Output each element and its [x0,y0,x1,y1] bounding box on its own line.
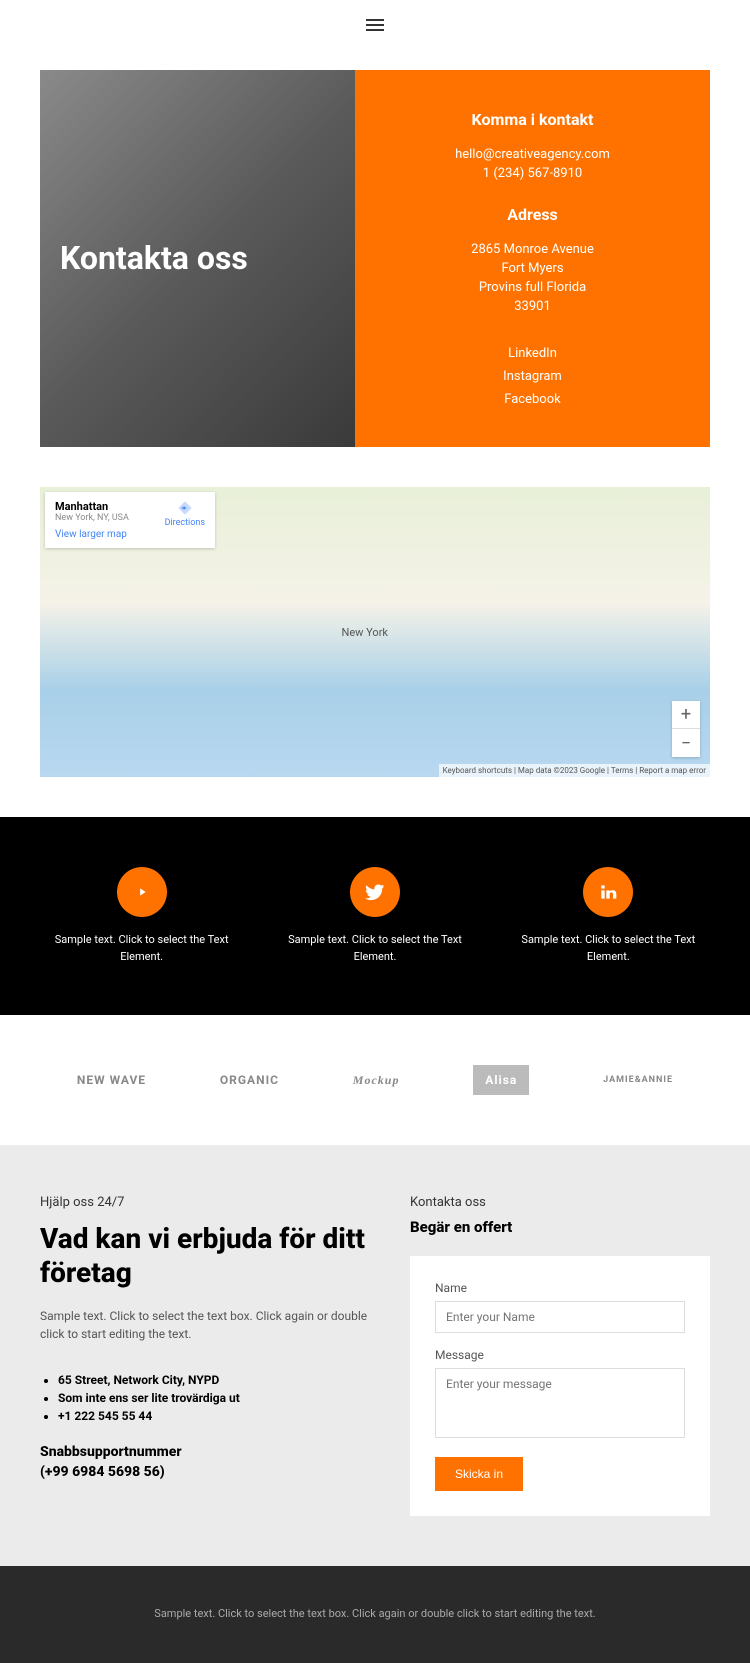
logo-mockup: Mockup [353,1073,400,1088]
map-info-card: Manhattan New York, NY, USA View larger … [45,492,215,548]
bullet-item: +1 222 545 55 44 [58,1409,370,1423]
hero-title: Kontakta oss [60,239,248,277]
contact-info: Hjälp oss 24/7 Vad kan vi erbjuda för di… [40,1195,370,1516]
addr-line: Fort Myers [385,261,680,276]
form-title: Begär en offert [410,1218,710,1236]
social-item-twitter: Sample text. Click to select the Text El… [273,867,476,965]
addr-line: Provins full Florida [385,280,680,295]
logo-organic: ORGANIC [220,1073,279,1087]
contact-title: Vad kan vi erbjuda för ditt företag [40,1222,370,1289]
logo-newwave: NEW WAVE [77,1073,146,1087]
logos-section: NEW WAVE ORGANIC Mockup Alisa JAMIE&ANNI… [0,1015,750,1145]
logo-alisa: Alisa [473,1065,529,1095]
directions-button[interactable]: Directions [165,500,205,528]
youtube-icon[interactable] [117,867,167,917]
submit-button[interactable]: Skicka in [435,1457,523,1491]
map-zoom-controls: + − [672,701,700,757]
contact-form-panel: Kontakta oss Begär en offert Name Messag… [410,1195,710,1516]
map-section: Manhattan New York, NY, USA View larger … [40,487,710,777]
top-nav [0,0,750,50]
view-larger-link[interactable]: View larger map [55,529,205,540]
instagram-link[interactable]: Instagram [385,369,680,384]
menu-icon[interactable] [366,16,384,34]
bullet-item: Som inte ens ser lite trovärdiga ut [58,1391,370,1405]
social-text: Sample text. Click to select the Text El… [40,932,243,965]
contact-desc: Sample text. Click to select the text bo… [40,1307,370,1343]
hero-image: Kontakta oss [40,70,355,447]
form-box: Name Message Skicka in [410,1256,710,1516]
facebook-link[interactable]: Facebook [385,392,680,407]
zoom-in-button[interactable]: + [672,701,700,729]
map-attribution: Keyboard shortcuts | Map data ©2023 Goog… [439,764,710,777]
zoom-out-button[interactable]: − [672,729,700,757]
addr-line: 2865 Monroe Avenue [385,242,680,257]
logo-jamieannie: JAMIE&ANNIE [603,1075,673,1085]
contact-panel: Komma i kontakt hello@creativeagency.com… [355,70,710,447]
contact-heading: Komma i kontakt [385,110,680,129]
twitter-icon[interactable] [350,867,400,917]
message-label: Message [435,1348,685,1362]
name-label: Name [435,1281,685,1295]
linkedin-icon[interactable] [583,867,633,917]
support-label: Snabbsupportnummer [40,1443,370,1463]
hero-section: Kontakta oss Komma i kontakt hello@creat… [40,70,710,447]
social-text: Sample text. Click to select the Text El… [507,932,710,965]
bullet-item: 65 Street, Network City, NYPD [58,1373,370,1387]
contact-bullets: 65 Street, Network City, NYPD Som inte e… [40,1373,370,1423]
linkedin-link[interactable]: LinkedIn [385,346,680,361]
message-input[interactable] [435,1368,685,1438]
footer-text: Sample text. Click to select the text bo… [40,1606,710,1623]
contact-section: Hjälp oss 24/7 Vad kan vi erbjuda för di… [0,1145,750,1566]
help-subtitle: Hjälp oss 24/7 [40,1195,370,1210]
name-input[interactable] [435,1301,685,1333]
map-label-ny: New York [342,626,389,639]
social-item-youtube: Sample text. Click to select the Text El… [40,867,243,965]
social-text: Sample text. Click to select the Text El… [273,932,476,965]
support-number: (+99 6984 5698 56) [40,1463,370,1483]
contact-email: hello@creativeagency.com [385,147,680,162]
address-heading: Adress [385,205,680,224]
map-title: Manhattan [55,500,108,513]
addr-line: 33901 [385,299,680,314]
footer: Sample text. Click to select the text bo… [0,1566,750,1663]
social-section: Sample text. Click to select the Text El… [0,817,750,1015]
map[interactable]: Manhattan New York, NY, USA View larger … [40,487,710,777]
social-item-linkedin: Sample text. Click to select the Text El… [507,867,710,965]
form-subtitle: Kontakta oss [410,1195,710,1210]
contact-phone: 1 (234) 567-8910 [385,166,680,181]
